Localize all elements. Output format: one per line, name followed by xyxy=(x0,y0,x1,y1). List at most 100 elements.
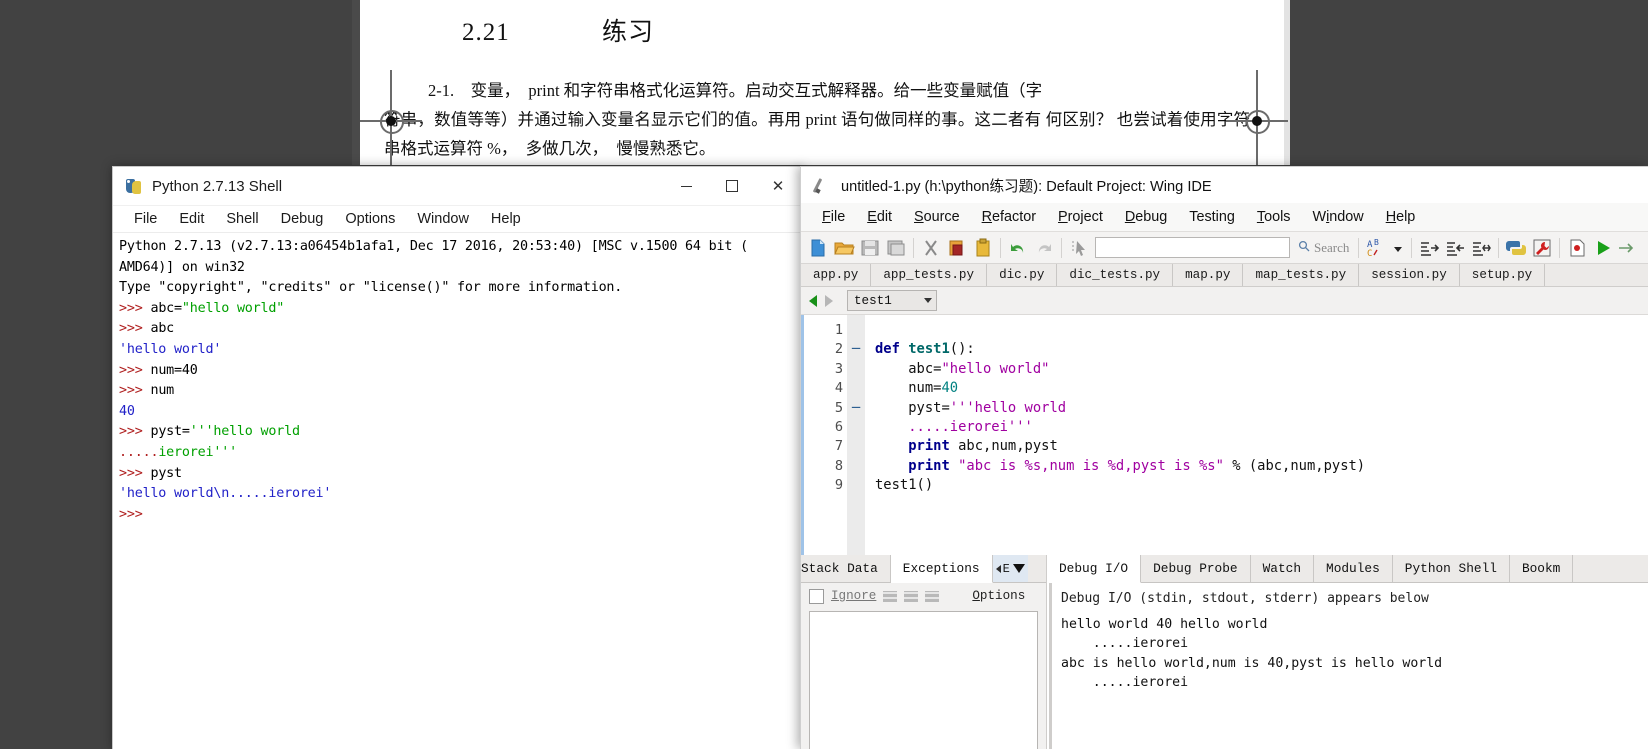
nav-forward-icon[interactable] xyxy=(825,294,833,307)
debug-io-output[interactable]: Debug I/O (stdin, stdout, stderr) appear… xyxy=(1047,583,1648,749)
file-tab-map-py[interactable]: map.py xyxy=(1173,264,1244,286)
panel-tab-exceptions[interactable]: Exceptions xyxy=(890,555,993,583)
new-file-icon[interactable] xyxy=(807,237,829,259)
shell-output-area[interactable]: Python 2.7.13 (v2.7.13:a06454b1afa1, Dec… xyxy=(113,233,801,525)
file-tab-session-py[interactable]: session.py xyxy=(1359,264,1460,286)
fold-mark[interactable] xyxy=(847,457,865,476)
code-line[interactable]: .....ierorei''' xyxy=(875,418,1648,437)
open-folder-icon[interactable] xyxy=(833,237,855,259)
exceptions-options-button[interactable]: Options xyxy=(972,589,1025,603)
run-icon[interactable] xyxy=(1592,237,1614,259)
fold-mark[interactable] xyxy=(847,379,865,398)
wing-titlebar[interactable]: untitled-1.py (h:\python练习题): Default Pr… xyxy=(801,167,1648,203)
file-tab-bar[interactable]: app.py app_tests.py dic.py dic_tests.py map.… xyxy=(801,264,1648,287)
file-tab-app-py[interactable]: app.py xyxy=(801,264,872,286)
indent-left-icon[interactable] xyxy=(1444,237,1466,259)
code-line[interactable]: pyst='''hello world xyxy=(875,399,1648,418)
shell-menu-window[interactable]: Window xyxy=(406,211,480,227)
search-input[interactable] xyxy=(1095,237,1290,258)
fold-mark[interactable] xyxy=(847,321,865,340)
fold-mark[interactable] xyxy=(847,360,865,379)
fold-mark[interactable] xyxy=(847,437,865,456)
tab-scroll-controls[interactable]: E xyxy=(992,555,1028,582)
panel-tab-debug-probe[interactable]: Debug Probe xyxy=(1141,555,1251,582)
tab-scroll-left-icon[interactable] xyxy=(995,564,1001,573)
wing-menu-testing[interactable]: Testing xyxy=(1178,209,1246,225)
wing-menu-refactor[interactable]: Refactor xyxy=(971,209,1047,225)
wing-menu-project[interactable]: Project xyxy=(1047,209,1114,225)
shell-menu-file[interactable]: File xyxy=(123,211,168,227)
python-shell-window[interactable]: Python 2.7.13 Shell ✕ File Edit Shell Debug… xyxy=(112,166,802,749)
code-line[interactable]: def test1(): xyxy=(875,340,1648,359)
scope-select[interactable]: test1 xyxy=(847,290,937,311)
wing-menu-edit[interactable]: Edit xyxy=(856,209,903,225)
panel-tab-python-shell[interactable]: Python Shell xyxy=(1392,555,1510,582)
debug-io-panel-tabs[interactable]: Debug I/O Debug Probe Watch Modules Python S… xyxy=(1047,555,1648,583)
fold-mark[interactable] xyxy=(847,476,865,495)
paste-icon[interactable] xyxy=(972,237,994,259)
wing-menu-help[interactable]: Help xyxy=(1375,209,1427,225)
maximize-button[interactable] xyxy=(709,167,755,205)
panel-tab-debug-i-o[interactable]: Debug I/O xyxy=(1047,555,1142,583)
code-line[interactable]: print "abc is %s,num is %d,pyst is %s" %… xyxy=(875,457,1648,476)
file-tab-dic-py[interactable]: dic.py xyxy=(987,264,1058,286)
wing-menu-tools[interactable]: Tools xyxy=(1246,209,1302,225)
wing-menu-source[interactable]: Source xyxy=(903,209,971,225)
fold-mark[interactable] xyxy=(847,418,865,437)
step-icon[interactable] xyxy=(1618,237,1634,259)
wing-ide-window[interactable]: untitled-1.py (h:\python练习题): Default Pr… xyxy=(800,166,1648,749)
tab-menu-caret-icon[interactable] xyxy=(1012,564,1025,573)
fold-mark[interactable]: ─ xyxy=(847,399,865,418)
file-tab-app_tests-py[interactable]: app_tests.py xyxy=(871,264,988,286)
exception-list-icon[interactable] xyxy=(883,590,898,602)
save-icon[interactable] xyxy=(859,237,881,259)
nav-back-icon[interactable] xyxy=(809,294,817,307)
shell-titlebar[interactable]: Python 2.7.13 Shell ✕ xyxy=(113,167,801,206)
code-line[interactable]: num=40 xyxy=(875,379,1648,398)
undo-icon[interactable] xyxy=(1007,237,1029,259)
code-fold-gutter[interactable]: ─ ─ xyxy=(847,315,865,587)
save-all-icon[interactable] xyxy=(885,237,907,259)
copy-icon[interactable] xyxy=(946,237,968,259)
indent-toggle-icon[interactable] xyxy=(1470,237,1492,259)
panel-tab-bookm[interactable]: Bookm xyxy=(1509,555,1574,582)
close-button[interactable]: ✕ xyxy=(755,167,801,205)
search-label-group[interactable]: Search xyxy=(1293,240,1354,256)
file-tab-dic_tests-py[interactable]: dic_tests.py xyxy=(1057,264,1174,286)
shell-menu-help[interactable]: Help xyxy=(480,211,532,227)
panel-tab-modules[interactable]: Modules xyxy=(1314,555,1393,582)
breakpoint-icon[interactable] xyxy=(1566,237,1588,259)
shell-menu-edit[interactable]: Edit xyxy=(168,211,215,227)
panel-tab-stack-data[interactable]: Stack Data xyxy=(801,555,891,582)
exception-filter-icon[interactable] xyxy=(925,590,940,602)
code-line[interactable]: abc="hello world" xyxy=(875,360,1648,379)
exception-clear-icon[interactable] xyxy=(904,590,919,602)
code-line[interactable] xyxy=(875,321,1648,340)
dropdown-caret-icon[interactable] xyxy=(1391,237,1405,259)
spellcheck-icon[interactable]: ABC xyxy=(1365,237,1387,259)
panel-tab-watch[interactable]: Watch xyxy=(1250,555,1315,582)
shell-menu-shell[interactable]: Shell xyxy=(215,211,269,227)
python-icon[interactable] xyxy=(1505,237,1527,259)
shell-menu-options[interactable]: Options xyxy=(334,211,406,227)
fold-mark[interactable]: ─ xyxy=(847,340,865,359)
code-line[interactable]: print abc,num,pyst xyxy=(875,437,1648,456)
shell-menu-debug[interactable]: Debug xyxy=(270,211,335,227)
minimize-button[interactable] xyxy=(663,167,709,205)
wing-menu-file[interactable]: File xyxy=(811,209,856,225)
cut-icon[interactable] xyxy=(920,237,942,259)
exceptions-list[interactable] xyxy=(809,611,1038,749)
code-text-area[interactable]: def test1(): abc="hello world" num=40 py… xyxy=(865,315,1648,587)
code-line[interactable]: test1() xyxy=(875,476,1648,495)
wing-menu-debug[interactable]: Debug xyxy=(1114,209,1178,225)
wrench-icon[interactable] xyxy=(1531,237,1553,259)
wing-menu-window[interactable]: Window xyxy=(1301,209,1374,225)
redo-icon[interactable] xyxy=(1033,237,1055,259)
ignore-checkbox[interactable] xyxy=(809,588,824,604)
file-tab-setup-py[interactable]: setup.py xyxy=(1459,264,1546,286)
file-tab-map_tests-py[interactable]: map_tests.py xyxy=(1243,264,1360,286)
indent-right-icon[interactable] xyxy=(1418,237,1440,259)
code-editor[interactable]: 1 2 3 4 5 6 7 8 9 ─ ─ def test1(): abc="hello wo… xyxy=(801,315,1648,587)
exceptions-panel-tabs[interactable]: Stack Data Exceptions E xyxy=(801,555,1046,583)
select-pointer-icon[interactable] xyxy=(1068,237,1090,259)
